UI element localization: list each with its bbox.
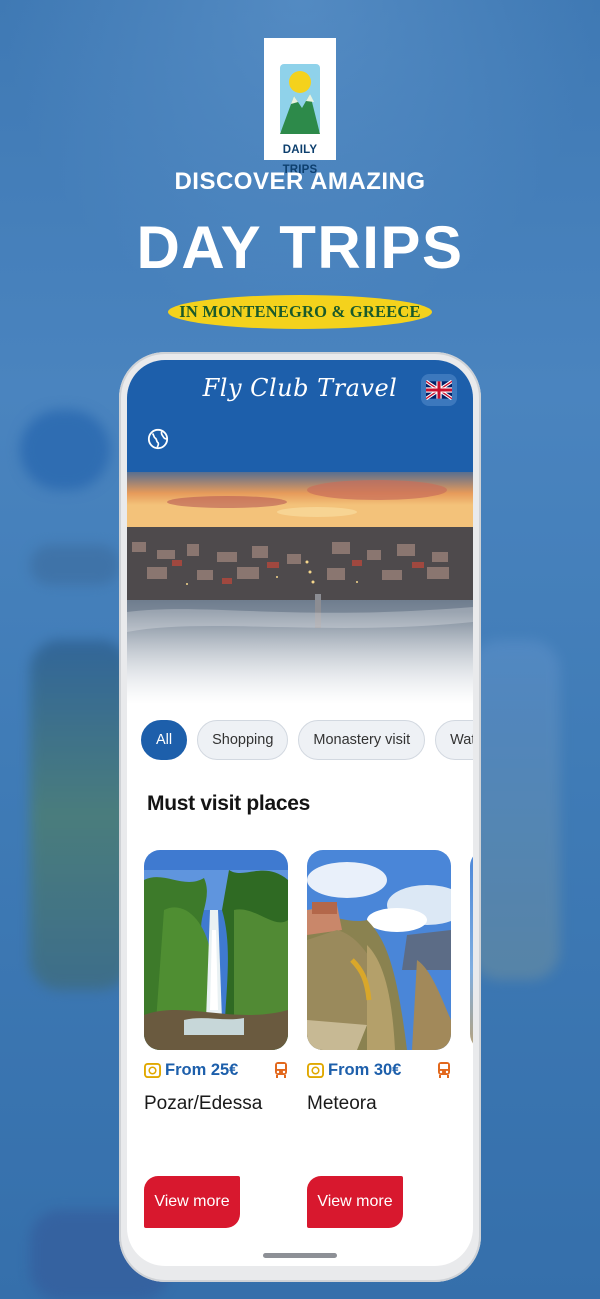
chip-all[interactable]: All bbox=[141, 720, 188, 760]
price-label: From 25€ bbox=[165, 1060, 239, 1079]
home-indicator[interactable] bbox=[263, 1253, 337, 1258]
mountain-logo-icon bbox=[280, 64, 320, 134]
ticket-price-icon bbox=[144, 1062, 161, 1078]
chip-shopping[interactable]: Shopping bbox=[197, 720, 289, 760]
place-card-partial[interactable]: S bbox=[470, 850, 473, 1050]
view-more-button[interactable]: View more bbox=[144, 1176, 240, 1228]
phone-frame: Fly Club Travel All Shopping Monastery v… bbox=[119, 352, 481, 1282]
price-label: From 30€ bbox=[328, 1060, 402, 1079]
promo-subheading: DISCOVER AMAZING bbox=[174, 168, 426, 195]
place-image-waterfall bbox=[144, 850, 288, 1050]
background-blur-shape bbox=[20, 410, 110, 490]
place-card-pozar-edessa[interactable]: From 25€ Pozar/Edessa View more bbox=[144, 850, 288, 1228]
place-card-meteora[interactable]: From 30€ Meteora View more bbox=[307, 850, 451, 1228]
logo-label: DAILY TRIPS bbox=[282, 144, 318, 176]
chip-waterfalls[interactable]: Waterfa bbox=[435, 720, 473, 760]
chip-monastery-visit[interactable]: Monastery visit bbox=[298, 720, 426, 760]
bus-icon bbox=[438, 1062, 450, 1078]
background-blur-shape bbox=[30, 640, 130, 990]
globe-icon[interactable] bbox=[147, 428, 169, 450]
background-blur-shape bbox=[470, 640, 560, 980]
place-name: Meteora bbox=[307, 1093, 377, 1114]
app-screen: Fly Club Travel All Shopping Monastery v… bbox=[127, 360, 473, 1266]
app-header: Fly Club Travel bbox=[127, 360, 473, 472]
background-blur-shape bbox=[30, 545, 120, 585]
hero-image bbox=[127, 472, 473, 704]
ticket-price-icon bbox=[307, 1062, 324, 1078]
bus-icon bbox=[275, 1062, 287, 1078]
uk-flag-icon bbox=[426, 380, 452, 400]
section-title: Must visit places bbox=[147, 792, 310, 815]
view-more-button[interactable]: View more bbox=[307, 1176, 403, 1228]
place-image-meteora bbox=[307, 850, 451, 1050]
promo-heading: DAY TRIPS bbox=[136, 214, 464, 281]
places-carousel: From 25€ Pozar/Edessa View more From 30€… bbox=[144, 850, 473, 1240]
region-badge: IN MONTENEGRO & GREECE bbox=[168, 295, 432, 329]
language-button[interactable] bbox=[421, 374, 457, 406]
place-image-partial bbox=[470, 850, 473, 1050]
place-name: Pozar/Edessa bbox=[144, 1093, 263, 1114]
category-chips: All Shopping Monastery visit Waterfa bbox=[141, 720, 473, 760]
